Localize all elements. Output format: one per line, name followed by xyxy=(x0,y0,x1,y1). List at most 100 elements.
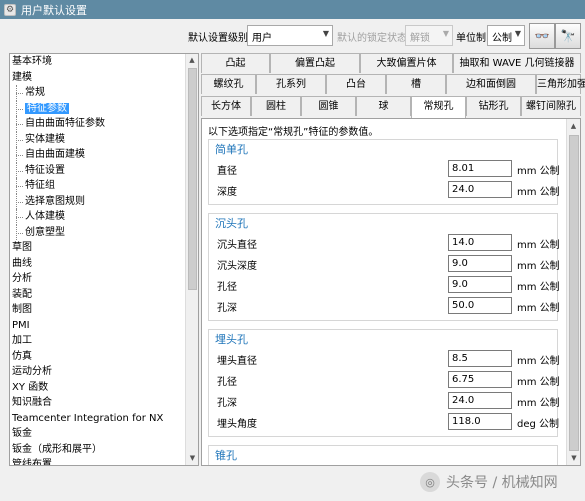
tree-item[interactable]: 实体建模 xyxy=(10,131,186,148)
tree-item[interactable]: 运动分析 xyxy=(10,364,186,380)
tab[interactable]: 常规孔 xyxy=(411,96,466,118)
tree-item[interactable]: 分析 xyxy=(10,271,186,287)
tab[interactable]: 抽取和 WAVE 几何链接器 xyxy=(453,53,581,73)
tab[interactable]: 螺钉间隙孔 xyxy=(521,96,581,116)
tree-item-label: 自由曲面特征参数 xyxy=(25,118,105,129)
tab[interactable]: 螺纹孔 xyxy=(201,74,256,94)
binoculars-settings-icon: 🔭 xyxy=(560,29,576,43)
parameter-value-input[interactable]: 6.75 xyxy=(448,371,512,388)
tree-item[interactable]: 特征参数 xyxy=(10,100,186,117)
tree-item[interactable]: 创意塑型 xyxy=(10,224,186,241)
parameter-value-input[interactable]: 118.0 xyxy=(448,413,512,430)
tree-scroll-thumb[interactable] xyxy=(188,68,197,290)
tree-item[interactable]: 加工 xyxy=(10,333,186,349)
parameter-label: 孔深 xyxy=(217,398,237,409)
parameter-unit: mm 公制 xyxy=(517,261,560,272)
tab[interactable]: 孔系列 xyxy=(256,74,326,94)
tree-item[interactable]: 钣金（成形和展平） xyxy=(10,442,186,458)
manage-defaults-button[interactable]: 🔭 xyxy=(555,23,581,49)
scroll-up-arrow-icon[interactable]: ▲ xyxy=(186,54,198,67)
tree-item-label: 仿真 xyxy=(12,350,32,362)
parameter-value-input[interactable]: 8.5 xyxy=(448,350,512,367)
tab-row-3: 长方体 圆柱 圆锥球常规孔 钻形孔 螺钉间隙孔 xyxy=(201,96,581,118)
parameter-label: 孔径 xyxy=(217,377,237,388)
scroll-up-arrow-icon[interactable]: ▲ xyxy=(567,119,580,133)
tab[interactable]: 凸起 xyxy=(201,53,270,73)
scroll-down-arrow-icon[interactable]: ▼ xyxy=(567,451,580,465)
parameter-label: 沉头直径 xyxy=(217,240,257,251)
category-tree: 基本环境 建模常规 特征参数 自由曲面特征参数实体建模 自由曲面建模 特征设置 特征组 选择意… xyxy=(9,53,199,466)
tree-item[interactable]: 钣金 xyxy=(10,426,186,442)
parameter-row: 深度 24.0 mm 公制 xyxy=(209,179,560,200)
parameter-label: 深度 xyxy=(217,187,237,198)
parameter-label: 孔径 xyxy=(217,282,237,293)
tab[interactable]: 大致偏置片体 xyxy=(360,53,453,73)
parameter-value-input[interactable]: 50.0 xyxy=(448,297,512,314)
tab[interactable]: 三角形加强筋 xyxy=(536,74,585,94)
tab[interactable]: 圆柱 xyxy=(251,96,301,116)
parameter-label: 直径 xyxy=(217,166,237,177)
lock-state-select[interactable]: 解锁 ▼ xyxy=(405,25,453,46)
tab[interactable]: 圆锥 xyxy=(301,96,356,116)
parameter-group: 锥孔直径25.0mm 公制 xyxy=(208,445,558,465)
find-defaults-button[interactable]: 👓 xyxy=(529,23,555,49)
tab[interactable]: 钻形孔 xyxy=(466,96,521,116)
unit-system-label: 单位制 xyxy=(456,33,486,44)
tree-item[interactable]: 人体建模 xyxy=(10,209,186,225)
parameter-row: 孔径 6.75 mm 公制 xyxy=(209,369,560,390)
tree-item[interactable]: XY 函数 xyxy=(10,380,186,396)
tab[interactable]: 槽 xyxy=(386,74,446,94)
tree-item[interactable]: 特征设置 xyxy=(10,162,186,179)
parameter-row: 沉头直径 14.0 mm 公制 xyxy=(209,232,560,253)
tree-item[interactable]: 管线布置 xyxy=(10,457,186,465)
tree-item[interactable]: Teamcenter Integration for NX xyxy=(10,411,186,427)
tab[interactable]: 球 xyxy=(356,96,411,116)
parameter-row: 孔深 24.0 mm 公制 xyxy=(209,390,560,411)
parameter-label: 埋头直径 xyxy=(217,356,257,367)
tab[interactable]: 长方体 xyxy=(201,96,251,116)
parameter-value-input[interactable]: 9.0 xyxy=(448,255,512,272)
tree-item[interactable]: 常规 xyxy=(10,85,186,101)
tab[interactable]: 边和面倒圆 xyxy=(446,74,536,94)
parameter-unit: mm 公制 xyxy=(517,166,560,177)
tree-item-label: 钣金（成形和展平） xyxy=(12,443,102,455)
tree-item[interactable]: 制图 xyxy=(10,302,186,318)
tree-item[interactable]: 草图 xyxy=(10,240,186,256)
tree-item[interactable]: 特征组 xyxy=(10,178,186,194)
tree-item[interactable]: 基本环境 xyxy=(10,54,186,70)
panel-scroll-thumb[interactable] xyxy=(569,135,579,451)
chevron-down-icon: ▼ xyxy=(322,29,329,38)
scroll-down-arrow-icon[interactable]: ▼ xyxy=(186,452,198,465)
parameter-value-input[interactable]: 8.01 xyxy=(448,160,512,177)
parameter-value-input[interactable]: 24.0 xyxy=(448,392,512,409)
default-level-select[interactable]: 用户 ▼ xyxy=(247,25,333,46)
tree-item[interactable]: 曲线 xyxy=(10,256,186,272)
toolbar: 默认设置级别 用户 ▼ 默认的锁定状态 解锁 ▼ 单位制 公制 ▼ 👓 🔭 xyxy=(0,19,585,53)
parameter-unit: mm 公制 xyxy=(517,303,560,314)
tab[interactable]: 偏置凸起 xyxy=(270,53,360,73)
parameter-value-input[interactable]: 9.0 xyxy=(448,276,512,293)
tab-row-1: 凸起 偏置凸起 大致偏置片体 抽取和 WAVE 几何链接器 xyxy=(201,53,581,73)
unit-system-select[interactable]: 公制 ▼ xyxy=(487,25,525,46)
parameter-group: 埋头孔 埋头直径 8.5 mm 公制 孔径 6.75 mm 公制 孔深 24.0 mm 公制 埋头角… xyxy=(208,329,560,437)
tree-item[interactable]: 仿真 xyxy=(10,349,186,365)
title-bar: ⚙ 用户默认设置 xyxy=(0,0,585,19)
binoculars-icon: 👓 xyxy=(534,29,550,43)
tree-item[interactable]: PMI xyxy=(10,318,186,334)
tree-scrollbar[interactable]: ▲ ▼ xyxy=(185,54,198,465)
tree-item[interactable]: 建模 xyxy=(10,70,186,86)
tree-item[interactable]: 自由曲面特征参数 xyxy=(10,116,186,132)
tree-item[interactable]: 知识融合 xyxy=(10,395,186,411)
parameter-value-input[interactable]: 14.0 xyxy=(448,234,512,251)
tree-item-label: 建模 xyxy=(12,71,32,83)
tree-item[interactable]: 自由曲面建模 xyxy=(10,147,186,163)
tab-row-2: 螺纹孔孔系列凸台槽边和面倒圆三角形加强筋 xyxy=(201,74,585,94)
tab[interactable]: 凸台 xyxy=(326,74,386,94)
panel-scrollbar[interactable]: ▲ ▼ xyxy=(566,119,580,465)
watermark-text: 头条号 / 机械知网 xyxy=(446,475,558,491)
tree-item[interactable]: 装配 xyxy=(10,287,186,303)
parameter-panel: 以下选项指定“常规孔”特征的参数值。 简单孔 直径 8.01 mm 公制 深度 24.0 m… xyxy=(201,118,581,466)
tree-item[interactable]: 选择意图规则 xyxy=(10,193,186,210)
settings-gear-icon: ⚙ xyxy=(4,3,16,16)
parameter-value-input[interactable]: 24.0 xyxy=(448,181,512,198)
